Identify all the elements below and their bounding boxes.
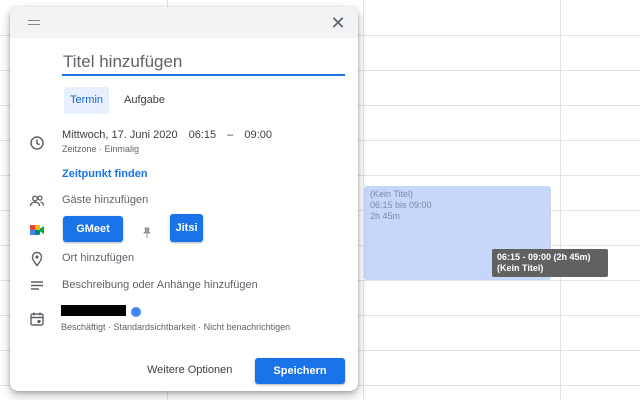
jitsi-button[interactable]: Jitsi [170,214,203,242]
tab-termin[interactable]: Termin [64,87,110,114]
start-time[interactable]: 06:15 [189,129,217,141]
pushpin-icon[interactable] [142,226,152,238]
tab-aufgabe[interactable]: Aufgabe [118,87,171,114]
event-time: 06:15 bis 09:00 [370,200,432,210]
add-guests[interactable]: Gäste hinzufügen [62,194,148,206]
date-time-row[interactable]: Mittwoch, 17. Juni 2020 06:15 – 09:00 [62,129,280,141]
grid-column-line [560,0,561,400]
event-title: (Kein Titel) [370,189,414,199]
people-icon [29,193,45,209]
tooltip-time: 06:15 - 09:00 (2h 45m) [497,252,591,262]
event-date[interactable]: Mittwoch, 17. Juni 2020 [62,129,178,141]
add-location[interactable]: Ort hinzufügen [62,252,134,264]
event-tooltip: 06:15 - 09:00 (2h 45m) (Kein Titel) [492,249,608,277]
calendar-owner-redacted[interactable] [61,305,126,316]
dialog-header[interactable]: ✕ [10,7,358,38]
event-dialog: ✕ Termin Aufgabe Mittwoch, 17. Juni 2020… [10,7,358,391]
event-duration: 2h 45m [370,211,401,221]
more-options-button[interactable]: Weitere Optionen [147,364,232,376]
timezone-recurrence[interactable]: Zeitzone · Einmalig [62,144,139,154]
end-time[interactable]: 09:00 [244,129,272,141]
location-pin-icon [29,251,45,267]
calendar-icon [29,311,45,327]
description-icon [29,278,45,294]
close-icon[interactable]: ✕ [328,13,348,33]
find-time-link[interactable]: Zeitpunkt finden [62,168,148,180]
drag-handle-icon[interactable] [28,20,40,25]
save-button[interactable]: Speichern [255,358,345,384]
calendar-color-dot [131,307,141,317]
add-description[interactable]: Beschreibung oder Anhänge hinzufügen [62,279,258,291]
tooltip-title: (Kein Titel) [497,263,544,273]
clock-icon [29,135,45,151]
meet-icon [29,222,45,238]
gmeet-button[interactable]: GMeet [63,216,123,242]
title-input[interactable] [62,50,345,76]
time-separator: – [227,129,234,141]
availability-visibility-notify[interactable]: Beschäftigt · Standardsichtbarkeit · Nic… [61,322,290,332]
